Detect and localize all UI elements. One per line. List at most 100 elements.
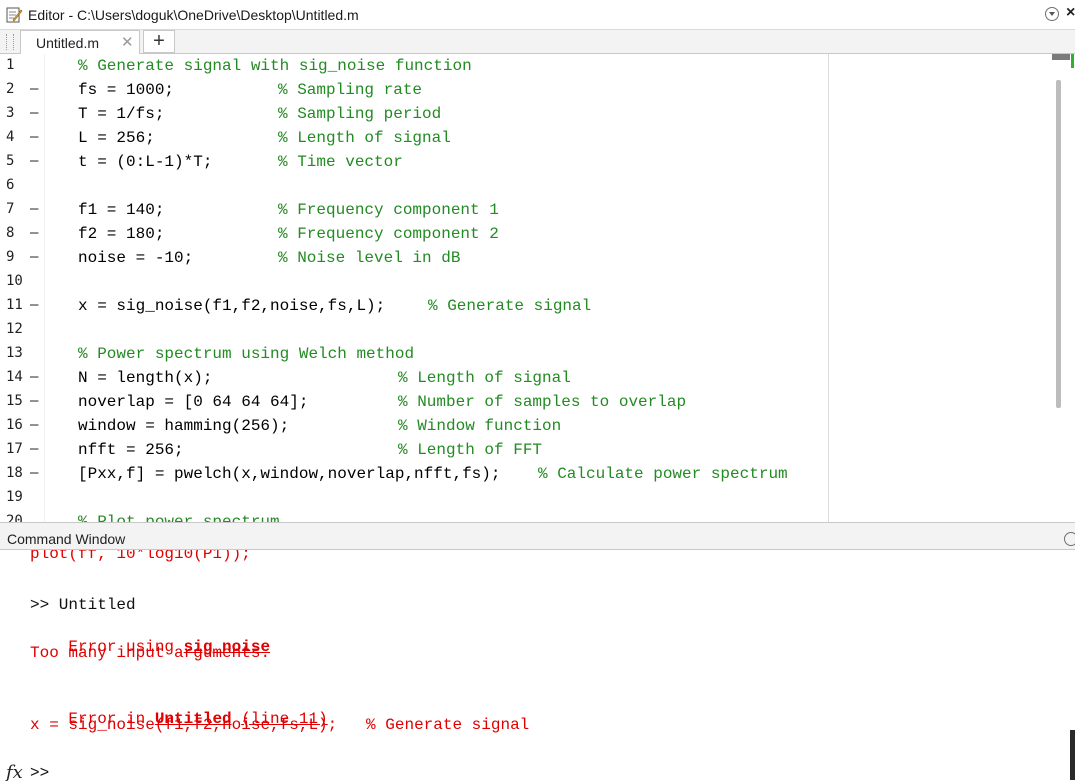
code-comment: % Power spectrum using Welch method: [78, 345, 415, 363]
code-text: fs = 1000;: [78, 81, 175, 99]
code-text: [Pxx,f] = pwelch(x,window,noverlap,nfft,…: [78, 465, 501, 483]
command-window-body[interactable]: plot(ff, 10*log10(P1)); >> Untitled Erro…: [0, 550, 1075, 781]
line-number: 20: [6, 513, 23, 522]
scrollbar-top-marker: [1052, 54, 1070, 60]
breakpoint-marker[interactable]: –: [30, 81, 38, 97]
code-editor[interactable]: 1 % Generate signal with sig_noise functi…: [0, 54, 1075, 522]
code-line[interactable]: 5– t = (0:L-1)*T; % Time vector: [0, 150, 828, 174]
tab-close-icon[interactable]: ✕: [121, 33, 134, 51]
editor-title-bar: Editor - C:\Users\doguk\OneDrive\Desktop…: [0, 0, 1075, 30]
breakpoint-marker[interactable]: –: [30, 105, 38, 121]
breakpoint-marker[interactable]: –: [30, 153, 38, 169]
code-text: window = hamming(256);: [78, 417, 290, 435]
code-line[interactable]: 4– L = 256; % Length of signal: [0, 126, 828, 150]
line-number: 4: [6, 129, 15, 145]
line-number: 14: [6, 369, 23, 385]
breakpoint-marker[interactable]: –: [30, 393, 38, 409]
code-text: N = length(x);: [78, 369, 213, 387]
line-number: 2: [6, 81, 15, 97]
code-comment: % Sampling rate: [278, 81, 423, 99]
breakpoint-marker[interactable]: –: [30, 465, 38, 481]
code-line[interactable]: 16– window = hamming(256); % Window functi…: [0, 414, 828, 438]
command-output-partial-line: plot(ff, 10*log10(P1));: [30, 550, 251, 563]
code-comment: % Frequency component 1: [278, 201, 499, 219]
code-line[interactable]: 6: [0, 174, 828, 198]
code-text: noise = -10;: [78, 249, 194, 267]
command-prompt[interactable]: >>: [30, 764, 49, 781]
code-line[interactable]: 12: [0, 318, 828, 342]
code-line[interactable]: 9– noise = -10; % Noise level in dB: [0, 246, 828, 270]
error-code-line: x = sig_noise(f1,f2,noise,fs,L); % Gener…: [30, 716, 530, 734]
drag-grip-icon[interactable]: [6, 34, 14, 50]
scrollbar-thumb[interactable]: [1056, 80, 1061, 408]
line-number: 3: [6, 105, 15, 121]
code-text: T = 1/fs;: [78, 105, 165, 123]
tab-untitled-m[interactable]: Untitled.m ✕: [20, 30, 140, 54]
add-tab-button[interactable]: +: [143, 30, 175, 53]
code-line[interactable]: 15– noverlap = [0 64 64 64]; % Number of s…: [0, 390, 828, 414]
line-number: 18: [6, 465, 23, 481]
code-text: f1 = 140;: [78, 201, 165, 219]
breakpoint-marker[interactable]: –: [30, 369, 38, 385]
code-comment: % Calculate power spectrum: [538, 465, 788, 483]
command-window-title: Command Window: [7, 531, 126, 547]
editor-actions-dropdown-icon[interactable]: [1045, 7, 1059, 21]
code-line[interactable]: 11– x = sig_noise(f1,f2,noise,fs,L); % Gen…: [0, 294, 828, 318]
breakpoint-marker[interactable]: –: [30, 441, 38, 457]
line-number: 19: [6, 489, 23, 505]
code-comment: % Length of FFT: [398, 441, 543, 459]
code-line[interactable]: 20 % Plot power spectrum: [0, 510, 828, 522]
code-line[interactable]: 18– [Pxx,f] = pwelch(x,window,noverlap,nf…: [0, 462, 828, 486]
code-analyzer-status-indicator[interactable]: [1071, 54, 1074, 68]
editor-title: Editor - C:\Users\doguk\OneDrive\Desktop…: [28, 7, 359, 23]
code-text: nfft = 256;: [78, 441, 184, 459]
code-line[interactable]: 14– N = length(x); % Length of signal: [0, 366, 828, 390]
breakpoint-marker[interactable]: –: [30, 417, 38, 433]
code-line[interactable]: 10: [0, 270, 828, 294]
close-icon[interactable]: ×: [1066, 4, 1075, 22]
code-text: f2 = 180;: [78, 225, 165, 243]
code-comment: % Length of signal: [278, 129, 451, 147]
code-line[interactable]: 3– T = 1/fs; % Sampling period: [0, 102, 828, 126]
command-window-scrollbar[interactable]: [1070, 730, 1075, 780]
line-number: 13: [6, 345, 23, 361]
code-comment: % Plot power spectrum: [78, 513, 280, 522]
code-text: t = (0:L-1)*T;: [78, 153, 213, 171]
breakpoint-marker[interactable]: –: [30, 249, 38, 265]
breakpoint-marker[interactable]: –: [30, 297, 38, 313]
code-comment: % Noise level in dB: [278, 249, 461, 267]
code-line[interactable]: 8– f2 = 180; % Frequency component 2: [0, 222, 828, 246]
line-number: 16: [6, 417, 23, 433]
code-comment: % Generate signal with sig_noise functio…: [78, 57, 472, 75]
error-message: Too many input arguments.: [30, 644, 271, 662]
code-line[interactable]: 1 % Generate signal with sig_noise functi…: [0, 54, 828, 78]
code-comment: % Number of samples to overlap: [398, 393, 687, 411]
line-number: 5: [6, 153, 15, 169]
code-line[interactable]: 17– nfft = 256; % Length of FFT: [0, 438, 828, 462]
code-text: x = sig_noise(f1,f2,noise,fs,L);: [78, 297, 386, 315]
code-line[interactable]: 19: [0, 486, 828, 510]
code-comment: % Time vector: [278, 153, 403, 171]
line-number: 10: [6, 273, 23, 289]
breakpoint-marker[interactable]: –: [30, 201, 38, 217]
breakpoint-marker[interactable]: –: [30, 225, 38, 241]
breakpoint-marker[interactable]: –: [30, 129, 38, 145]
code-line[interactable]: 13 % Power spectrum using Welch method: [0, 342, 828, 366]
code-line[interactable]: 7– f1 = 140; % Frequency component 1: [0, 198, 828, 222]
line-number: 1: [6, 57, 15, 73]
function-browser-icon[interactable]: fx: [6, 762, 23, 781]
command-history-run: >> Untitled: [30, 596, 136, 614]
code-comment: % Generate signal: [428, 297, 592, 315]
line-number: 17: [6, 441, 23, 457]
line-number: 15: [6, 393, 23, 409]
code-comment: % Length of signal: [398, 369, 571, 387]
right-text-limit-line: [828, 54, 829, 522]
code-comment: % Frequency component 2: [278, 225, 499, 243]
editor-scrollbar[interactable]: [1052, 54, 1075, 522]
line-number: 7: [6, 201, 15, 217]
command-window-actions-dropdown-icon[interactable]: [1064, 532, 1075, 546]
line-number: 6: [6, 177, 15, 193]
editor-document-icon: [6, 7, 23, 23]
code-line[interactable]: 2– fs = 1000; % Sampling rate: [0, 78, 828, 102]
code-text: noverlap = [0 64 64 64];: [78, 393, 309, 411]
